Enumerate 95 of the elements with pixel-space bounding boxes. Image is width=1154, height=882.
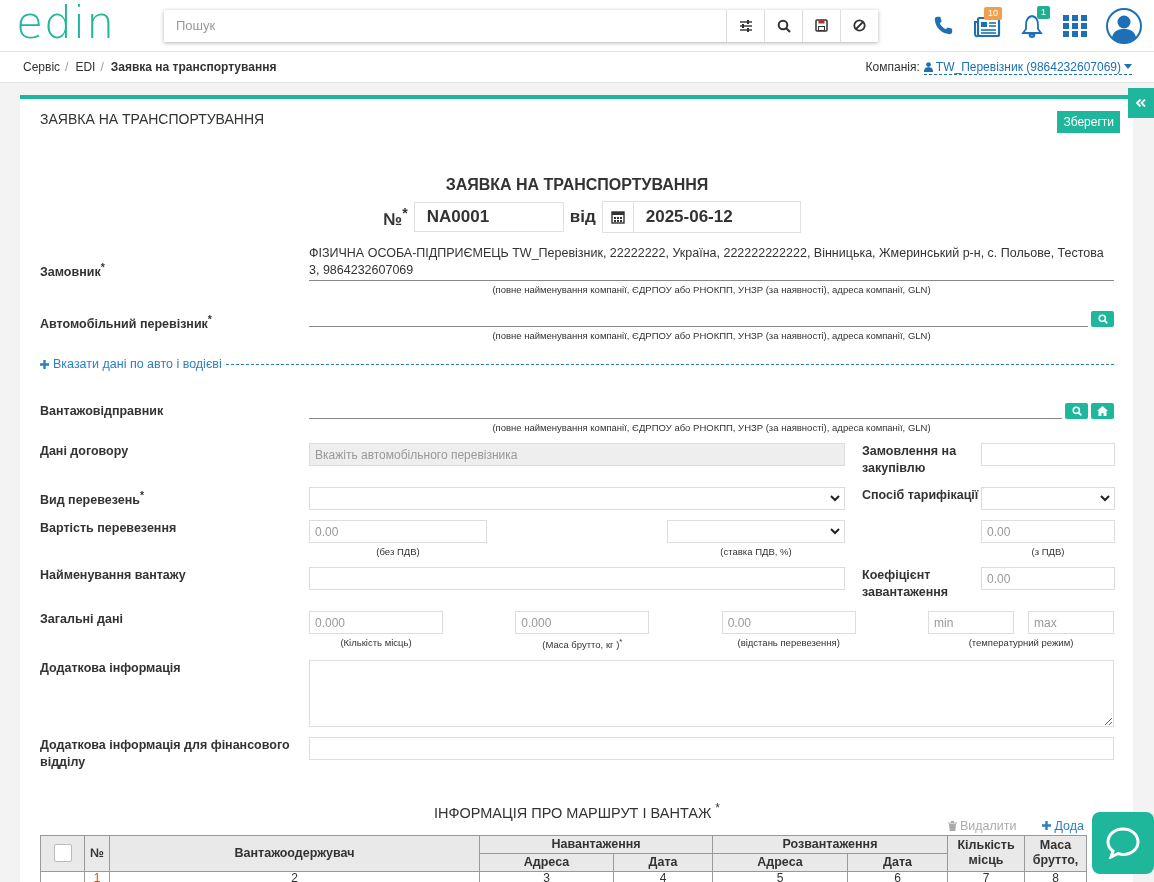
page-title: ЗАЯВКА НА ТРАНСПОРТУВАННЯ — [40, 111, 265, 127]
search-button[interactable] — [764, 9, 802, 42]
chevron-down-icon — [830, 528, 840, 535]
field-label: Загальні дані — [40, 611, 124, 628]
transport-type-select[interactable] — [309, 487, 845, 510]
field-label: Коефіцієнт завантаження — [862, 567, 950, 601]
phone-icon[interactable] — [932, 14, 954, 37]
home-button[interactable] — [1091, 403, 1114, 419]
company-label: Компанія: — [865, 60, 920, 74]
load-factor-field[interactable]: 0.00 — [981, 567, 1115, 590]
search-icon — [1071, 406, 1082, 416]
breadcrumb-item: Заявка на транспортування — [110, 60, 277, 74]
field-label: Замовлення на закупівлю — [862, 443, 958, 477]
cargo-name-field[interactable] — [309, 567, 845, 590]
general-data-field[interactable]: 0.000 — [309, 611, 443, 634]
general-data-field[interactable]: 0.000 — [515, 611, 650, 634]
field-label: Найменування вантажу — [40, 567, 187, 584]
temperature-max-field[interactable]: max — [1028, 611, 1114, 634]
breadcrumb-item[interactable]: Сервіс — [23, 60, 61, 74]
house-icon — [1097, 406, 1108, 416]
date-label: від — [569, 207, 596, 227]
customer-field[interactable]: ФІЗИЧНА ОСОБА-ПІДПРИЄМЕЦЬ TW_Перевізник, 22222222, Україна, 222222222222, Вінницька, Жмеринський р-н, с. Польове, Тестова 3, 9864232607069 — [309, 245, 1114, 281]
double-chevron-icon — [1136, 99, 1146, 107]
cost-gross-field[interactable]: 0.00 — [981, 520, 1115, 543]
breadcrumb-item[interactable]: EDI — [75, 60, 96, 74]
breadcrumb-separator: / — [100, 60, 104, 74]
temperature-min-field[interactable]: min — [928, 611, 1014, 634]
field-label: Додаткова інформація для фінансового відділу — [40, 737, 291, 772]
section-title: ІНФОРМАЦІЯ ПРО МАРШРУТ І ВАНТАЖ $^{*}$ — [432, 801, 722, 821]
column-header: № — [84, 835, 110, 872]
column-header: Вантажоодержувач — [109, 835, 480, 872]
field-label: Вартість перевезення — [40, 520, 178, 537]
trash-icon — [947, 821, 957, 831]
search-icon — [776, 18, 791, 33]
field-hint: (з ПДВ) — [1030, 546, 1066, 557]
search-field[interactable]: Пошук — [164, 9, 726, 42]
field-hint: (ставка ПДВ, %) — [719, 546, 793, 557]
number-label: №$^{*}$ — [383, 204, 408, 230]
save-search-button[interactable] — [802, 9, 840, 42]
add-vehicle-link[interactable]: Вказати дані по авто і водієві — [40, 357, 222, 371]
clear-button[interactable] — [840, 9, 878, 42]
field-hint: (Кількість місць) — [339, 637, 413, 648]
avatar-icon[interactable] — [1106, 7, 1142, 44]
field-label: Спосіб тарифікації — [862, 487, 979, 504]
number-field[interactable]: NA0001 — [413, 202, 564, 232]
search-bar[interactable]: Пошук — [164, 9, 878, 42]
cost-net-field[interactable]: 0.00 — [309, 520, 487, 543]
column-group-header: Розвантаження — [712, 835, 948, 854]
filter-button[interactable] — [726, 9, 764, 42]
company-selector[interactable]: TW_Перевізник (9864232607069) — [923, 59, 1132, 75]
field-label: Замовник$^{*}$ — [40, 260, 106, 282]
floppy-icon — [815, 19, 828, 32]
search-icon — [1097, 314, 1108, 324]
field-hint: (повне найменування компанії, ЄДРПОУ або РНОКПП, УНЗР (за наявності), адреса компанії, GLN) — [491, 284, 932, 295]
tariff-method-select[interactable] — [981, 487, 1115, 510]
sliders-icon — [738, 18, 753, 33]
news-count-badge: 10 — [984, 6, 1002, 20]
date-field[interactable]: 2025-06-12 — [601, 201, 801, 233]
field-label: Дані договору — [40, 443, 130, 460]
bell-icon[interactable] — [1020, 13, 1044, 38]
column-header: Маса брутто, — [1024, 835, 1087, 872]
purchase-order-field[interactable] — [981, 443, 1115, 466]
field-hint: (без ПДВ) — [375, 546, 421, 557]
column-header: Кількість місць — [947, 835, 1025, 872]
column-group-header: Навантаження — [479, 835, 713, 854]
select-all-checkbox[interactable] — [53, 844, 72, 863]
finance-info-field[interactable] — [309, 737, 1114, 761]
breadcrumb-separator: / — [65, 60, 69, 74]
general-data-field[interactable]: 0.00 — [721, 611, 856, 634]
field-hint: (температурний режим) — [967, 637, 1075, 648]
field-hint: (відстань перевезення) — [736, 637, 841, 648]
field-hint: (повне найменування компанії, ЄДРПОУ або РНОКПП, УНЗР (за наявності), адреса компанії, GLN) — [491, 330, 932, 341]
notification-count-badge: 1 — [1037, 5, 1050, 19]
ban-icon — [853, 19, 866, 32]
chat-bubble-icon — [1106, 827, 1140, 859]
plus-icon — [1042, 821, 1052, 831]
field-label: Автомобільний перевізник$^{*}$ — [40, 313, 213, 334]
field-label: Додаткова інформація — [40, 660, 182, 678]
document-title: ЗАЯВКА НА ТРАНСПОРТУВАННЯ — [444, 176, 710, 194]
additional-info-field[interactable] — [309, 660, 1114, 728]
apps-grid-icon[interactable] — [1063, 14, 1087, 37]
field-hint: (повне найменування компанії, ЄДРПОУ або РНОКПП, УНЗР (за наявності), адреса компанії, GLN) — [491, 422, 932, 433]
chat-button[interactable] — [1092, 812, 1154, 874]
caret-icon — [1124, 64, 1132, 69]
person-icon — [923, 61, 933, 72]
chevron-down-icon — [830, 495, 840, 502]
calendar-icon — [610, 210, 625, 224]
field-label: Вид перевезень$^{*}$ — [40, 489, 145, 510]
vat-rate-select[interactable] — [667, 520, 845, 543]
chevron-down-icon — [1100, 495, 1110, 502]
add-button[interactable]: Дода — [1042, 819, 1084, 833]
plus-icon — [40, 359, 49, 369]
field-hint: (Маса брутто, кг )$^{*}$ — [541, 637, 624, 651]
field-label: Вантажовідправник — [40, 403, 165, 420]
collapse-panel-button[interactable] — [1128, 88, 1154, 118]
